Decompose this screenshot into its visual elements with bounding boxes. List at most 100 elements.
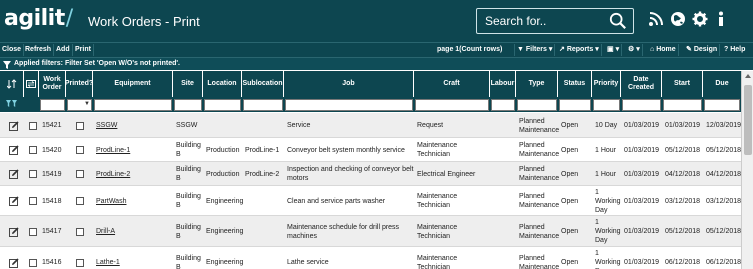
column-header-work-order[interactable]: Work Order xyxy=(39,71,66,97)
filter-input-equipment[interactable] xyxy=(94,99,172,111)
caret-icon: ▾ xyxy=(593,46,599,53)
filters-menu[interactable]: ▼ Filters ▾ xyxy=(514,44,556,56)
row-select-checkbox[interactable] xyxy=(27,247,37,269)
column-header-labour[interactable]: Labour xyxy=(490,71,516,97)
filter-input-start[interactable] xyxy=(663,99,702,111)
logo[interactable]: agilit/ xyxy=(4,6,73,31)
help-button[interactable]: ? Help xyxy=(722,44,747,56)
close-button[interactable]: Close xyxy=(0,44,25,56)
reports-menu[interactable]: ↗ Reports ▾ xyxy=(557,44,602,56)
cell-job: Clean and service parts washer xyxy=(287,197,386,205)
settings-menu[interactable]: ⚙ ▾ xyxy=(626,44,643,56)
cell-labour xyxy=(491,247,516,269)
filter-input-sublocation[interactable] xyxy=(243,99,283,111)
cell-site: Building B xyxy=(176,142,201,158)
table-row[interactable]: 15416 Lathe-1 Building B Engineering Lathe s… xyxy=(0,247,741,269)
row-select-checkbox[interactable] xyxy=(27,186,37,216)
add-button[interactable]: Add xyxy=(54,44,73,56)
cell-type: Planned Maintenance xyxy=(519,142,560,158)
scroll-up-arrow-icon[interactable] xyxy=(745,74,751,78)
gear-icon[interactable] xyxy=(692,11,708,27)
cell-equipment[interactable]: Lathe-1 xyxy=(94,247,173,269)
table-row[interactable]: 15420 ProdLine-1 Building B Production ProdL… xyxy=(0,138,741,162)
edit-icon[interactable] xyxy=(7,186,19,216)
row-select-checkbox[interactable] xyxy=(27,162,37,186)
table-row[interactable]: 15421 SSGW SSGW Service Request Planned Maint… xyxy=(0,113,741,138)
filter-input-status[interactable] xyxy=(559,99,591,111)
vertical-scrollbar[interactable] xyxy=(741,71,753,269)
filter-input-site[interactable] xyxy=(174,99,202,111)
cell-equipment[interactable]: ProdLine-2 xyxy=(94,162,173,186)
column-header-due[interactable]: Due xyxy=(703,71,741,97)
column-header-start[interactable]: Start xyxy=(662,71,703,97)
cell-site: Building B xyxy=(176,166,201,182)
column-header-job[interactable]: Job xyxy=(284,71,414,97)
table-row[interactable]: 15417 Drill-A Building B Engineering Mainten… xyxy=(0,216,741,247)
info-icon[interactable] xyxy=(716,11,726,27)
column-header-type[interactable]: Type xyxy=(516,71,558,97)
column-header-actions[interactable] xyxy=(0,71,24,97)
scrollbar-thumb[interactable] xyxy=(744,85,752,155)
printed-checkbox[interactable] xyxy=(74,186,84,216)
design-button[interactable]: ✎ Design xyxy=(684,44,721,56)
refresh-button[interactable]: Refresh xyxy=(23,44,55,56)
filter-input-job[interactable] xyxy=(285,99,413,111)
printed-checkbox[interactable] xyxy=(74,216,84,247)
column-header-status[interactable]: Status xyxy=(558,71,592,97)
cell-site: Building B xyxy=(176,254,201,269)
wrench-icon: ✎ xyxy=(686,46,692,53)
cell-start: 05/12/2018 xyxy=(665,228,701,235)
filter-input-date-created[interactable] xyxy=(622,99,661,111)
print-button[interactable]: Print xyxy=(73,44,94,56)
printed-checkbox[interactable] xyxy=(74,113,84,138)
table-row[interactable]: 15419 ProdLine-2 Building B Production ProdL… xyxy=(0,162,741,186)
edit-icon[interactable] xyxy=(7,247,19,269)
column-header-priority[interactable]: Priority xyxy=(592,71,621,97)
cell-equipment[interactable]: ProdLine-1 xyxy=(94,138,173,162)
filter-input-type[interactable] xyxy=(517,99,557,111)
cell-equipment[interactable]: Drill-A xyxy=(94,216,173,247)
column-header-site[interactable]: Site xyxy=(173,71,203,97)
filter-input-priority[interactable] xyxy=(593,99,620,111)
column-header-equipment[interactable]: Equipment xyxy=(93,71,173,97)
cell-site: Building B xyxy=(176,223,201,240)
rss-icon[interactable] xyxy=(648,11,664,27)
column-header-date-created[interactable]: Date Created xyxy=(621,71,662,97)
help-label: Help xyxy=(730,46,746,53)
edit-icon[interactable] xyxy=(7,138,19,162)
row-select-checkbox[interactable] xyxy=(27,113,37,138)
row-select-checkbox[interactable] xyxy=(27,138,37,162)
printed-checkbox[interactable] xyxy=(74,138,84,162)
home-button[interactable]: ⌂ Home xyxy=(648,44,679,56)
column-header-select[interactable] xyxy=(24,71,39,97)
cell-equipment[interactable]: SSGW xyxy=(94,113,173,138)
column-header-location[interactable]: Location xyxy=(203,71,242,97)
filter-input-craft[interactable] xyxy=(415,99,489,111)
column-header-craft[interactable]: Craft xyxy=(414,71,490,97)
page-info: page 1(Count rows) xyxy=(437,46,503,53)
filter-input-location[interactable] xyxy=(204,99,241,111)
column-header-printed[interactable]: Printed? xyxy=(65,71,93,97)
search-input[interactable]: Search for.. xyxy=(476,8,634,34)
cell-date-created: 01/03/2019 xyxy=(624,259,660,266)
filter-clear-icon[interactable] xyxy=(6,100,18,108)
column-header-sublocation[interactable]: Sublocation xyxy=(242,71,284,97)
filter-input-labour[interactable] xyxy=(491,99,515,111)
edit-icon[interactable] xyxy=(7,113,19,138)
filter-select-printed[interactable]: ▼ xyxy=(67,99,92,111)
filter-input-work-order[interactable] xyxy=(40,99,65,111)
filter-input-due[interactable] xyxy=(704,99,740,111)
cell-job: Maintenance schedule for drill press mac… xyxy=(287,223,400,240)
row-select-checkbox[interactable] xyxy=(27,216,37,247)
table-row[interactable]: 15418 PartWash Building B Engineering Clean … xyxy=(0,186,741,216)
edit-icon[interactable] xyxy=(7,162,19,186)
search-icon[interactable] xyxy=(609,12,627,30)
cell-due: 06/12/2018 xyxy=(706,259,742,266)
cell-equipment[interactable]: PartWash xyxy=(94,186,173,216)
cell-labour xyxy=(491,162,516,186)
printed-checkbox[interactable] xyxy=(74,162,84,186)
export-menu[interactable]: ▣ ▾ xyxy=(605,44,623,56)
printed-checkbox[interactable] xyxy=(74,247,84,269)
edit-icon[interactable] xyxy=(7,216,19,247)
globe-icon[interactable] xyxy=(670,11,686,27)
